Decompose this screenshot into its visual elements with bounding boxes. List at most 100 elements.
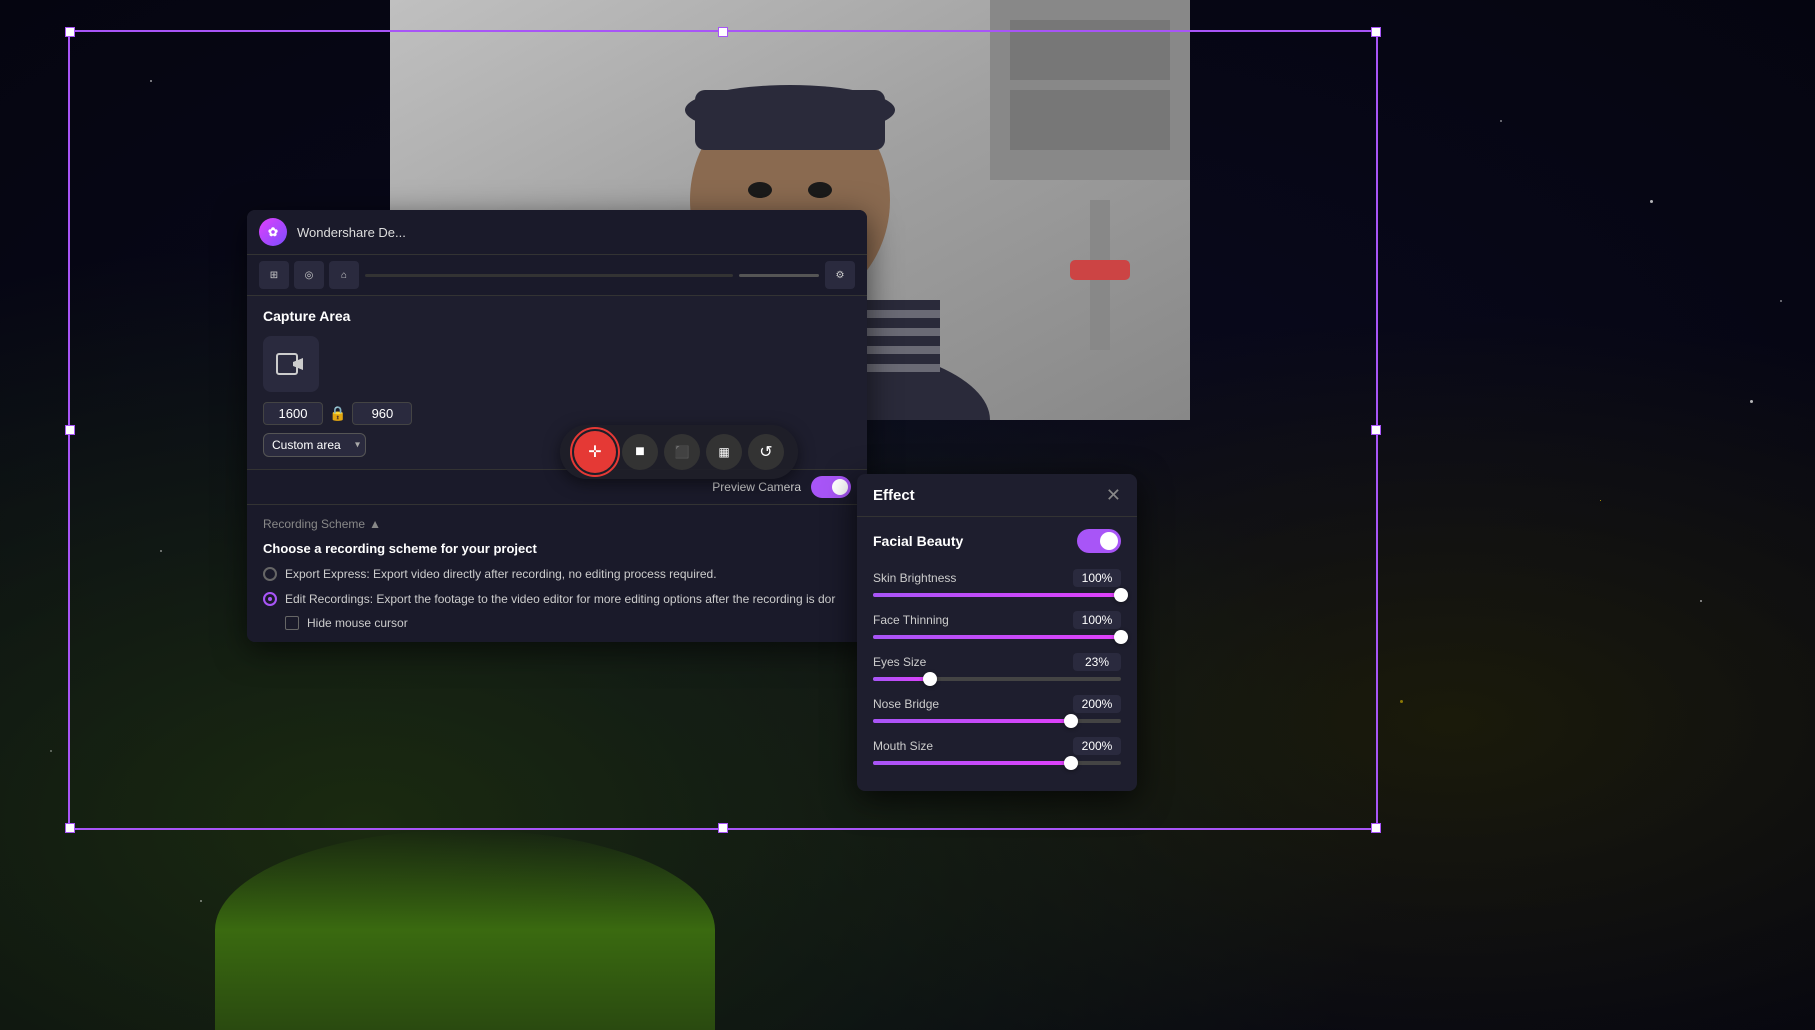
face-thinning-value: 100% (1073, 611, 1121, 629)
eyes-size-fill (873, 677, 930, 681)
capture-area-button[interactable] (263, 336, 319, 392)
facial-beauty-label: Facial Beauty (873, 533, 963, 549)
app-logo: ✿ (259, 218, 287, 246)
face-thinning-label: Face Thinning (873, 613, 949, 627)
record-btn-container: ✛ (574, 431, 616, 473)
edit-recordings-label: Edit Recordings: Export the footage to t… (285, 591, 835, 608)
toolbar-btn-2[interactable]: ◎ (294, 261, 324, 289)
star-decoration (1600, 500, 1601, 501)
floating-toolbar: ✛ ■ ⬛ ▦ ↺ (560, 425, 798, 479)
nose-bridge-row: Nose Bridge 200% (873, 695, 1121, 723)
nose-bridge-label: Nose Bridge (873, 697, 939, 711)
star-decoration (150, 80, 152, 82)
toolbar-btn-1[interactable]: ⊞ (259, 261, 289, 289)
hide-mouse-checkbox[interactable] (285, 616, 299, 630)
mouth-size-track[interactable] (873, 761, 1121, 765)
effect-header: Effect ✕ (857, 474, 1137, 517)
eyes-size-value: 23% (1073, 653, 1121, 671)
dimensions-row: 1600 🔒 960 (263, 402, 851, 425)
toolbar-btn-3[interactable]: ⌂ (329, 261, 359, 289)
recording-scheme-section: Recording Scheme ▲ Choose a recording sc… (247, 504, 867, 642)
facial-beauty-toggle[interactable] (1077, 529, 1121, 553)
record-highlight-border (570, 427, 620, 477)
hide-mouse-label: Hide mouse cursor (307, 616, 408, 630)
star-decoration (1780, 300, 1782, 302)
layout-button[interactable]: ▦ (706, 434, 742, 470)
skin-brightness-label-row: Skin Brightness 100% (873, 569, 1121, 587)
capture-area-title: Capture Area (263, 308, 851, 324)
skin-brightness-label: Skin Brightness (873, 571, 956, 585)
preview-camera-toggle[interactable] (811, 476, 851, 498)
star-decoration (200, 900, 202, 902)
nose-bridge-thumb[interactable] (1064, 714, 1078, 728)
eyes-size-row: Eyes Size 23% (873, 653, 1121, 681)
star-decoration (1700, 600, 1702, 602)
face-thinning-track[interactable] (873, 635, 1121, 639)
progress-bar-2 (739, 274, 819, 277)
nose-bridge-fill (873, 719, 1071, 723)
choose-scheme-title: Choose a recording scheme for your proje… (263, 541, 851, 556)
app-title: Wondershare De... (297, 225, 406, 240)
camera-icon: ⬛ (675, 445, 690, 459)
stop-icon: ■ (635, 443, 645, 461)
effect-panel: Effect ✕ Facial Beauty Skin Brightness 1… (857, 474, 1137, 791)
eyes-size-track[interactable] (873, 677, 1121, 681)
mouth-size-fill (873, 761, 1071, 765)
skin-brightness-thumb[interactable] (1114, 588, 1128, 602)
facial-beauty-row: Facial Beauty (873, 529, 1121, 553)
height-input[interactable]: 960 (352, 402, 412, 425)
star-decoration (1650, 200, 1653, 203)
nose-bridge-track[interactable] (873, 719, 1121, 723)
skin-brightness-fill (873, 593, 1121, 597)
face-thinning-thumb[interactable] (1114, 630, 1128, 644)
refresh-icon: ↺ (759, 442, 772, 462)
eyes-size-label-row: Eyes Size 23% (873, 653, 1121, 671)
face-thinning-fill (873, 635, 1121, 639)
nose-bridge-label-row: Nose Bridge 200% (873, 695, 1121, 713)
width-input[interactable]: 1600 (263, 402, 323, 425)
title-bar: ✿ Wondershare De... (247, 210, 867, 255)
layout-icon: ▦ (718, 445, 729, 459)
scheme-header: Recording Scheme ▲ (263, 517, 851, 531)
skin-brightness-row: Skin Brightness 100% (873, 569, 1121, 597)
star-decoration (1400, 700, 1403, 703)
stop-button[interactable]: ■ (622, 434, 658, 470)
toolbar-icons-left: ⊞ ◎ ⌂ (259, 261, 359, 289)
face-thinning-label-row: Face Thinning 100% (873, 611, 1121, 629)
refresh-button[interactable]: ↺ (748, 434, 784, 470)
mouth-size-label-row: Mouth Size 200% (873, 737, 1121, 755)
recording-scheme-label: Recording Scheme (263, 517, 365, 531)
radio-export-express[interactable] (263, 567, 277, 581)
skin-brightness-value: 100% (1073, 569, 1121, 587)
effect-close-button[interactable]: ✕ (1106, 486, 1121, 504)
nose-bridge-value: 200% (1073, 695, 1121, 713)
custom-area-dropdown[interactable]: Custom area Full Screen Window (263, 433, 366, 457)
hill-silhouette (215, 830, 715, 1030)
mouth-size-thumb[interactable] (1064, 756, 1078, 770)
mouth-size-value: 200% (1073, 737, 1121, 755)
preview-camera-label: Preview Camera (712, 480, 801, 494)
eyes-size-label: Eyes Size (873, 655, 926, 669)
toolbar-btn-4[interactable]: ⚙ (825, 261, 855, 289)
custom-area-dropdown-container: Custom area Full Screen Window ▾ (263, 433, 366, 457)
recording-scheme-toggle[interactable]: Recording Scheme ▲ (263, 517, 381, 531)
camera-button[interactable]: ⬛ (664, 434, 700, 470)
star-decoration (160, 550, 162, 552)
star-decoration (1750, 400, 1753, 403)
progress-bar (365, 274, 733, 277)
sub-toolbar: ⊞ ◎ ⌂ ⚙ (247, 255, 867, 296)
skin-brightness-track[interactable] (873, 593, 1121, 597)
eyes-size-thumb[interactable] (923, 672, 937, 686)
effect-body: Facial Beauty Skin Brightness 100% Face … (857, 517, 1137, 791)
capture-icon (275, 348, 307, 380)
face-thinning-row: Face Thinning 100% (873, 611, 1121, 639)
radio-edit-recordings[interactable] (263, 592, 277, 606)
radio-option-export-express[interactable]: Export Express: Export video directly af… (263, 566, 851, 583)
export-express-label: Export Express: Export video directly af… (285, 566, 717, 583)
effect-title: Effect (873, 487, 915, 504)
mouth-size-row: Mouth Size 200% (873, 737, 1121, 765)
radio-option-edit-recordings[interactable]: Edit Recordings: Export the footage to t… (263, 591, 851, 608)
lock-icon: 🔒 (329, 405, 346, 422)
star-decoration (50, 750, 52, 752)
hide-mouse-row: Hide mouse cursor (285, 616, 851, 630)
